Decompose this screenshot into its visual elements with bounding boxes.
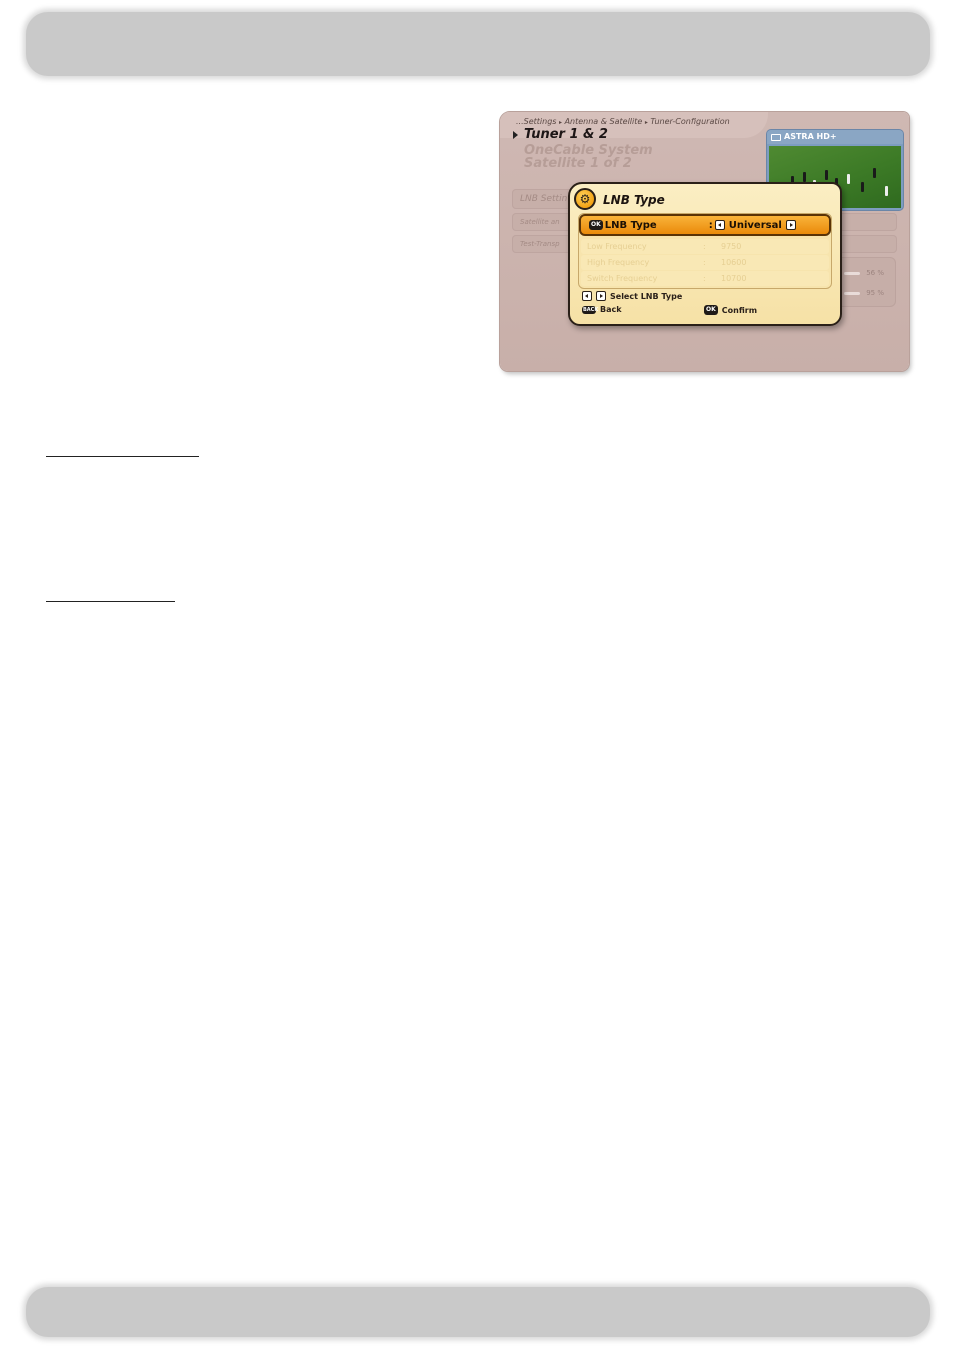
preview-header: ASTRA HD+ — [767, 130, 903, 144]
legend-select: Select LNB Type — [582, 291, 682, 301]
heading-underline-2 — [46, 601, 175, 602]
lnb-type-dialog: ⚙ LNB Type OK LNB Type : Universal Low F… — [568, 182, 842, 326]
player-figure — [873, 168, 876, 178]
breadcrumb-arrow-icon: ▸ — [644, 119, 648, 126]
high-frequency-colon: : — [703, 258, 706, 267]
lnb-type-value[interactable]: Universal — [729, 220, 782, 231]
settings-icon: ⚙ — [574, 188, 596, 210]
signal-quality-value: 95 % — [866, 289, 884, 297]
legend-select-label: Select LNB Type — [610, 291, 683, 301]
arrow-left-key-icon — [582, 291, 592, 301]
switch-frequency-value: 10700 — [721, 274, 747, 283]
legend-confirm-label: Confirm — [721, 305, 758, 315]
low-frequency-label: Low Frequency — [587, 242, 647, 251]
player-figure — [861, 182, 864, 192]
breadcrumb: ...Settings ▸ Antenna & Satellite ▸ Tune… — [516, 117, 730, 126]
heading-underline-1 — [46, 456, 199, 457]
breadcrumb-item[interactable]: Tuner-Configuration — [650, 117, 729, 126]
low-frequency-value: 9750 — [721, 242, 742, 251]
low-frequency-colon: : — [703, 242, 706, 251]
switch-frequency-colon: : — [703, 274, 706, 283]
lnb-type-row[interactable]: OK LNB Type : Universal — [579, 214, 831, 236]
dialog-title: LNB Type — [603, 193, 665, 207]
signal-strength-row: 56 % — [844, 269, 884, 277]
back-key-icon: BACK — [582, 305, 599, 314]
legend-confirm[interactable]: OK Confirm — [704, 305, 757, 315]
breadcrumb-item[interactable]: ...Settings — [516, 117, 556, 126]
high-frequency-label: High Frequency — [587, 258, 650, 267]
lnb-type-colon: : — [708, 219, 713, 231]
breadcrumb-item[interactable]: Antenna & Satellite — [565, 117, 643, 126]
header-band — [26, 12, 930, 76]
footer-band — [26, 1287, 930, 1337]
player-figure — [847, 174, 850, 184]
signal-strength-value: 56 % — [866, 269, 884, 277]
preview-channel-name: ASTRA HD+ — [784, 132, 837, 141]
signal-quality-row: 95 % — [844, 289, 884, 297]
breadcrumb-arrow-icon: ▸ — [559, 119, 563, 126]
arrow-right-key-icon — [596, 291, 606, 301]
channel-icon — [771, 133, 781, 141]
ok-key-icon: OK — [589, 220, 603, 230]
legend-back[interactable]: BACK Back — [582, 305, 622, 314]
player-figure — [885, 186, 888, 196]
signal-strength-bar — [844, 271, 861, 275]
high-frequency-value: 10600 — [721, 258, 747, 267]
legend-back-label: Back — [600, 305, 622, 314]
play-arrow-icon — [513, 130, 518, 139]
title-row: Tuner 1 & 2 — [513, 127, 608, 142]
page-title: Tuner 1 & 2 — [524, 127, 608, 142]
lnb-type-label: LNB Type — [604, 219, 657, 231]
subtitle-satellite: Satellite 1 of 2 — [524, 156, 632, 171]
high-frequency-row: High Frequency : 10600 — [581, 255, 829, 270]
signal-quality-bar — [844, 291, 861, 295]
player-figure — [803, 172, 806, 182]
player-figure — [825, 170, 828, 180]
arrow-left-icon[interactable] — [714, 220, 725, 230]
switch-frequency-label: Switch Frequency — [587, 274, 658, 283]
arrow-right-icon[interactable] — [785, 220, 796, 230]
ok-key-icon: OK — [704, 305, 718, 315]
options-list: OK LNB Type : Universal Low Frequency : … — [578, 213, 832, 289]
switch-frequency-row: Switch Frequency : 10700 — [581, 271, 829, 286]
low-frequency-row: Low Frequency : 9750 — [581, 239, 829, 254]
